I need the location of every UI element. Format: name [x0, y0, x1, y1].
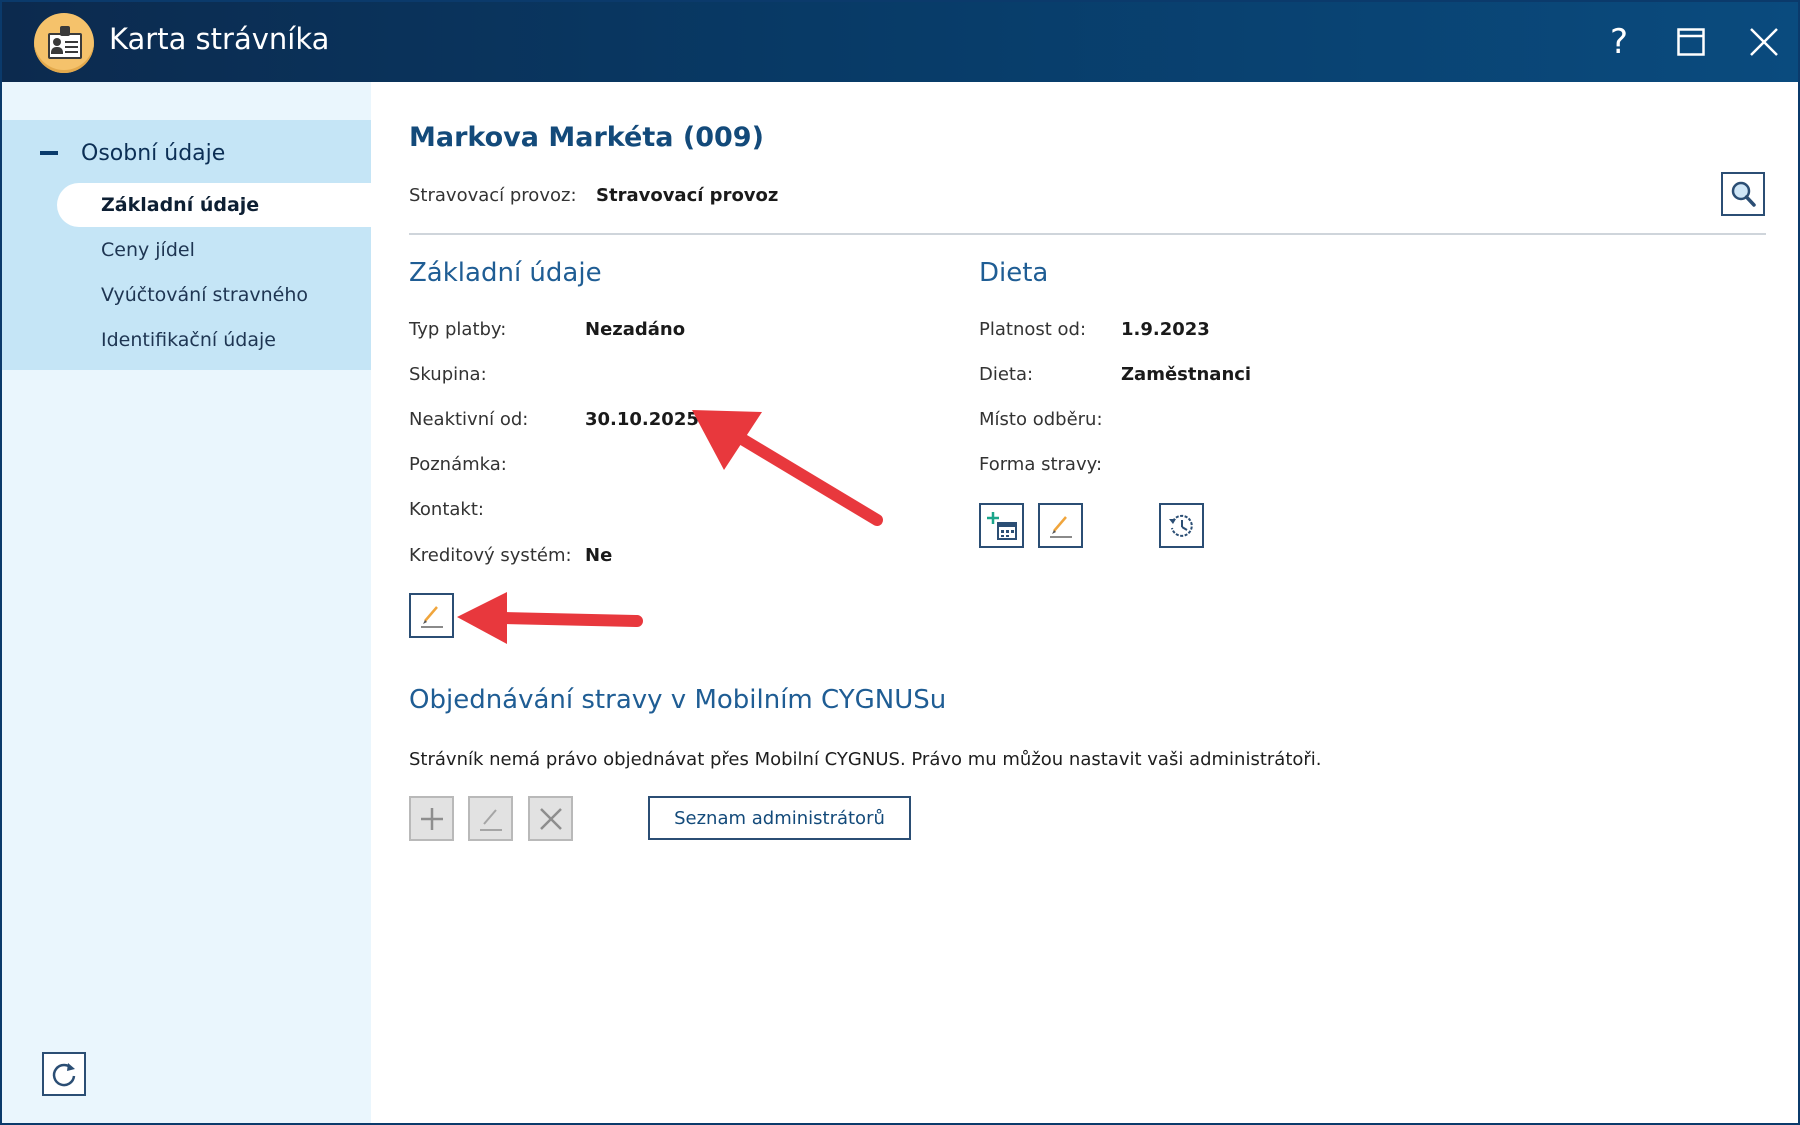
pencil-icon	[479, 808, 502, 831]
add-dieta-button[interactable]	[979, 503, 1024, 548]
nav-group-osobni-udaje: Osobní údaje Základní údaje Ceny jídel V…	[2, 120, 371, 370]
sidebar-item-zakladni-udaje[interactable]: Základní údaje	[57, 183, 371, 227]
field-label-skupina: Skupina:	[409, 364, 487, 385]
edit-mobile-right-button[interactable]	[468, 796, 513, 841]
history-icon	[1168, 514, 1193, 537]
collapse-minus-icon	[40, 151, 58, 155]
app-logo-icon	[34, 13, 94, 73]
field-value-kreditovy-system: Ne	[585, 545, 613, 566]
section-title-mobile: Objednávání stravy v Mobilním CYGNUSu	[409, 685, 947, 715]
plus-icon	[420, 807, 443, 830]
close-button[interactable]	[1742, 20, 1786, 64]
calendar-add-icon	[986, 511, 1017, 540]
refresh-icon	[52, 1063, 76, 1087]
main-content: Markova Markéta (009) Stravovací provoz:…	[371, 82, 1798, 1123]
field-label-kontakt: Kontakt:	[409, 499, 484, 520]
maximize-button[interactable]	[1669, 20, 1713, 64]
page-title: Markova Markéta (009)	[409, 122, 764, 153]
add-mobile-right-button[interactable]	[409, 796, 454, 841]
field-label-misto-odberu: Místo odběru:	[979, 409, 1103, 430]
section-title-zakladni: Základní údaje	[409, 258, 602, 288]
sidebar-item-identifikacni-udaje[interactable]: Identifikační údaje	[57, 318, 371, 362]
field-label-forma-stravy: Forma stravy:	[979, 454, 1103, 475]
nav-group-label: Osobní údaje	[81, 140, 226, 166]
title-bar: Karta strávníka ?	[2, 2, 1798, 82]
window-title: Karta strávníka	[109, 22, 330, 56]
field-label-kreditovy-system: Kreditový systém:	[409, 545, 572, 566]
search-button[interactable]	[1721, 172, 1765, 216]
field-label-dieta: Dieta:	[979, 364, 1034, 385]
header-divider	[409, 233, 1766, 235]
history-dieta-button[interactable]	[1159, 503, 1204, 548]
field-label-neaktivni-od: Neaktivní od:	[409, 409, 529, 430]
nav-group-toggle[interactable]: Osobní údaje	[40, 138, 225, 168]
close-icon	[539, 807, 562, 830]
field-value-typ-platby: Nezadáno	[585, 319, 686, 340]
maximize-icon	[1677, 28, 1705, 56]
close-icon	[1750, 28, 1778, 56]
field-label-typ-platby: Typ platby:	[409, 319, 507, 340]
field-label-platnost-od: Platnost od:	[979, 319, 1087, 340]
pencil-icon	[1049, 515, 1072, 538]
app-window: Karta strávníka ? Osobní údaje Základní …	[0, 0, 1800, 1125]
sidebar-item-ceny-jidel[interactable]: Ceny jídel	[57, 228, 371, 272]
mobile-info-text: Strávník nemá právo objednávat přes Mobi…	[409, 749, 1322, 770]
edit-dieta-button[interactable]	[1038, 503, 1083, 548]
field-value-platnost-od: 1.9.2023	[1121, 319, 1210, 340]
edit-zakladni-button[interactable]	[409, 593, 454, 638]
field-label-poznamka: Poznámka:	[409, 454, 507, 475]
refresh-button[interactable]	[42, 1052, 86, 1096]
pencil-icon	[420, 605, 443, 628]
field-value-neaktivni-od: 30.10.2025	[585, 409, 699, 430]
provoz-value: Stravovací provoz	[596, 185, 779, 206]
delete-mobile-right-button[interactable]	[528, 796, 573, 841]
search-icon	[1731, 181, 1756, 207]
help-button[interactable]: ?	[1597, 20, 1641, 64]
sidebar: Osobní údaje Základní údaje Ceny jídel V…	[2, 82, 371, 1123]
admins-list-button[interactable]: Seznam administrátorů	[648, 796, 911, 840]
section-title-dieta: Dieta	[979, 258, 1049, 288]
sidebar-item-vyuctovani[interactable]: Vyúčtování stravného	[57, 273, 371, 317]
provoz-label: Stravovací provoz:	[409, 185, 577, 206]
field-value-dieta: Zaměstnanci	[1121, 364, 1252, 385]
